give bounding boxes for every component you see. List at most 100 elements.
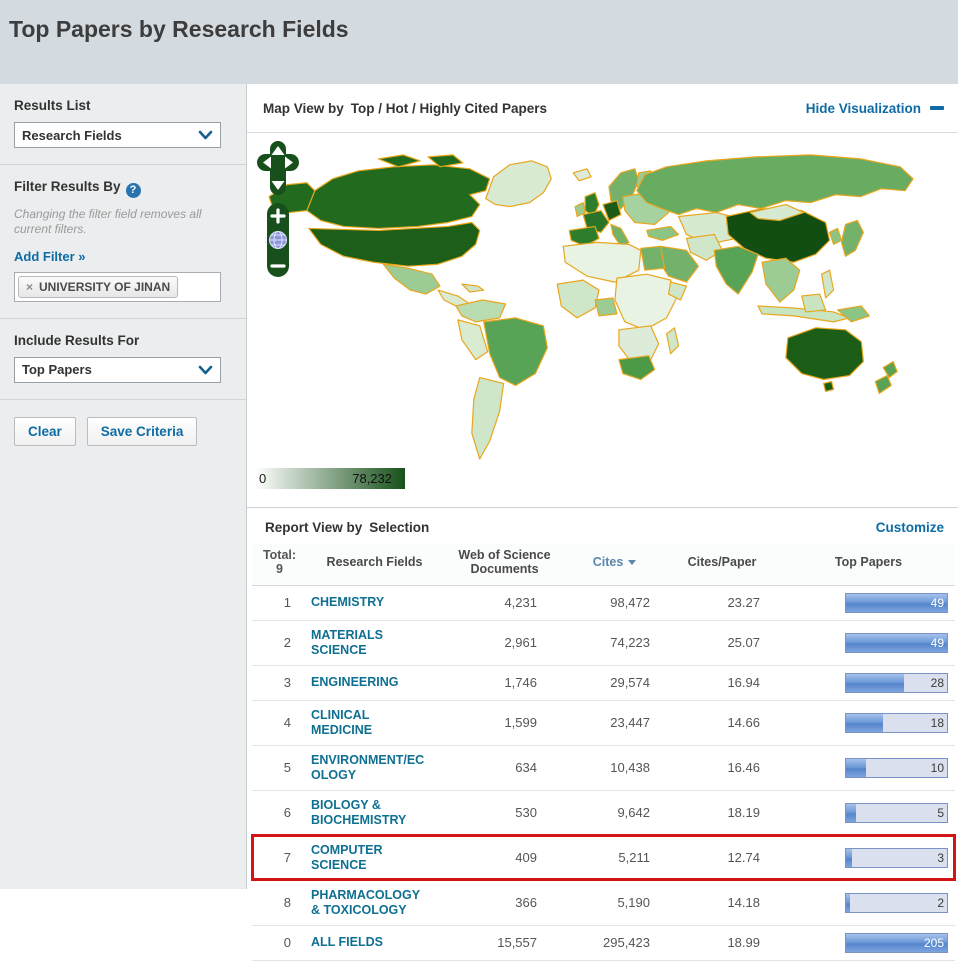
column-header-top-papers[interactable]: Top Papers <box>782 544 955 585</box>
chevron-down-icon <box>198 365 213 375</box>
main-panel: Map View by Top / Hot / Highly Cited Pap… <box>247 84 958 889</box>
filter-section: Filter Results By? Changing the filter f… <box>0 165 246 319</box>
column-header-wos-documents[interactable]: Web of Science Documents <box>442 544 567 585</box>
row-rank: 5 <box>252 745 307 790</box>
map-view-header: Map View by Top / Hot / Highly Cited Pap… <box>247 84 958 133</box>
filter-box[interactable]: × UNIVERSITY OF JINAN <box>14 272 221 302</box>
chevron-down-icon <box>198 130 213 140</box>
field-link[interactable]: PHARMACOLOGY & TOXICOLOGY <box>311 888 429 918</box>
top-papers-value: 3 <box>937 851 944 865</box>
customize-link[interactable]: Customize <box>876 520 944 535</box>
country-australia[interactable] <box>786 328 864 380</box>
include-results-section: Include Results For Top Papers <box>0 319 246 400</box>
cites-per-paper-value: 23.27 <box>662 585 782 620</box>
map-pan-control[interactable] <box>257 141 299 195</box>
row-rank: 3 <box>252 665 307 700</box>
country-madagascar[interactable] <box>667 328 679 354</box>
sidebar-buttons: Clear Save Criteria <box>0 400 246 462</box>
bar-fill <box>846 894 850 912</box>
cites-value: 74,223 <box>567 620 662 665</box>
table-row-all-fields: 0 ALL FIELDS 15,557 295,423 18.99 205 <box>252 925 955 960</box>
top-papers-bar: 3 <box>845 848 948 868</box>
map-controls <box>257 141 299 278</box>
country-philippines[interactable] <box>822 270 834 298</box>
country-greenland[interactable] <box>486 161 552 207</box>
region-southern-africa[interactable] <box>619 326 659 362</box>
report-view-header: Report View by Selection Customize <box>247 507 958 544</box>
cites-value: 98,472 <box>567 585 662 620</box>
field-link[interactable]: CLINICAL MEDICINE <box>311 708 429 738</box>
top-papers-bar: 28 <box>845 673 948 693</box>
region-central-africa[interactable] <box>615 274 677 330</box>
column-header-cites-per-paper[interactable]: Cites/Paper <box>662 544 782 585</box>
world-choropleth-map[interactable] <box>249 139 955 461</box>
field-link[interactable]: MATERIALS SCIENCE <box>311 628 429 658</box>
results-list-select[interactable]: Research Fields <box>14 122 221 148</box>
country-russia[interactable] <box>637 155 913 215</box>
wos-documents-value: 634 <box>442 745 567 790</box>
save-criteria-button[interactable]: Save Criteria <box>87 417 198 446</box>
country-mexico[interactable] <box>383 264 440 294</box>
region-borneo[interactable] <box>802 294 826 312</box>
country-peru[interactable] <box>458 320 488 360</box>
country-korea[interactable] <box>830 228 842 244</box>
bar-fill <box>846 714 883 732</box>
bar-fill <box>846 849 852 867</box>
help-icon[interactable]: ? <box>126 183 141 198</box>
region-west-africa[interactable] <box>557 280 599 318</box>
country-turkey[interactable] <box>647 226 679 240</box>
top-papers-value: 10 <box>931 761 944 775</box>
page-title: Top Papers by Research Fields <box>9 16 948 43</box>
include-results-select[interactable]: Top Papers <box>14 357 221 383</box>
cites-value: 9,642 <box>567 790 662 835</box>
wos-documents-value: 1,599 <box>442 700 567 745</box>
country-egypt[interactable] <box>641 246 665 270</box>
hide-visualization-link[interactable]: Hide Visualization <box>806 101 944 116</box>
row-rank: 7 <box>252 835 307 880</box>
field-link[interactable]: BIOLOGY & BIOCHEMISTRY <box>311 798 429 828</box>
region-caribbean[interactable] <box>462 284 484 292</box>
country-japan[interactable] <box>842 220 864 256</box>
cites-value: 29,574 <box>567 665 662 700</box>
field-link[interactable]: COMPUTER SCIENCE <box>311 843 429 873</box>
cites-per-paper-value: 14.18 <box>662 880 782 925</box>
country-india[interactable] <box>714 246 758 294</box>
column-header-research-fields[interactable]: Research Fields <box>307 544 442 585</box>
wos-documents-value: 409 <box>442 835 567 880</box>
row-rank: 1 <box>252 585 307 620</box>
field-link[interactable]: CHEMISTRY <box>311 595 429 610</box>
report-view-title: Selection <box>369 520 429 535</box>
content: Results List Research Fields Filter Resu… <box>0 84 958 889</box>
column-header-cites[interactable]: Cites <box>567 544 662 585</box>
field-link[interactable]: ALL FIELDS <box>311 935 429 950</box>
country-tasmania[interactable] <box>824 381 834 391</box>
cites-per-paper-value: 12.74 <box>662 835 782 880</box>
country-argentina[interactable] <box>472 378 504 459</box>
country-new-zealand[interactable] <box>875 362 897 394</box>
top-papers-bar: 49 <box>845 593 948 613</box>
add-filter-link[interactable]: Add Filter » <box>14 249 86 264</box>
remove-filter-icon[interactable]: × <box>26 280 33 294</box>
globe-icon[interactable] <box>270 232 287 249</box>
region-se-asia[interactable] <box>762 258 800 302</box>
field-link[interactable]: ENGINEERING <box>311 675 429 690</box>
table-header-row: Total: 9 Research Fields Web of Science … <box>252 544 955 585</box>
country-brazil[interactable] <box>484 318 548 386</box>
sidebar: Results List Research Fields Filter Resu… <box>0 84 247 889</box>
map-zoom-control[interactable] <box>266 202 290 278</box>
field-link[interactable]: ENVIRONMENT/ECOLOGY <box>311 753 429 783</box>
row-rank: 0 <box>252 925 307 960</box>
country-usa[interactable] <box>309 222 480 266</box>
table-row: 3 ENGINEERING 1,746 29,574 16.94 28 <box>252 665 955 700</box>
clear-button[interactable]: Clear <box>14 417 76 446</box>
country-canada[interactable] <box>307 165 490 229</box>
country-nigeria[interactable] <box>595 298 617 316</box>
country-iceland[interactable] <box>573 169 591 181</box>
country-indonesia[interactable] <box>758 306 849 322</box>
report-table: Total: 9 Research Fields Web of Science … <box>252 544 955 961</box>
cites-value: 295,423 <box>567 925 662 960</box>
cites-value: 5,211 <box>567 835 662 880</box>
country-south-africa[interactable] <box>619 356 655 380</box>
top-papers-value: 2 <box>937 896 944 910</box>
table-row-highlighted: 7 COMPUTER SCIENCE 409 5,211 12.74 3 <box>252 835 955 880</box>
